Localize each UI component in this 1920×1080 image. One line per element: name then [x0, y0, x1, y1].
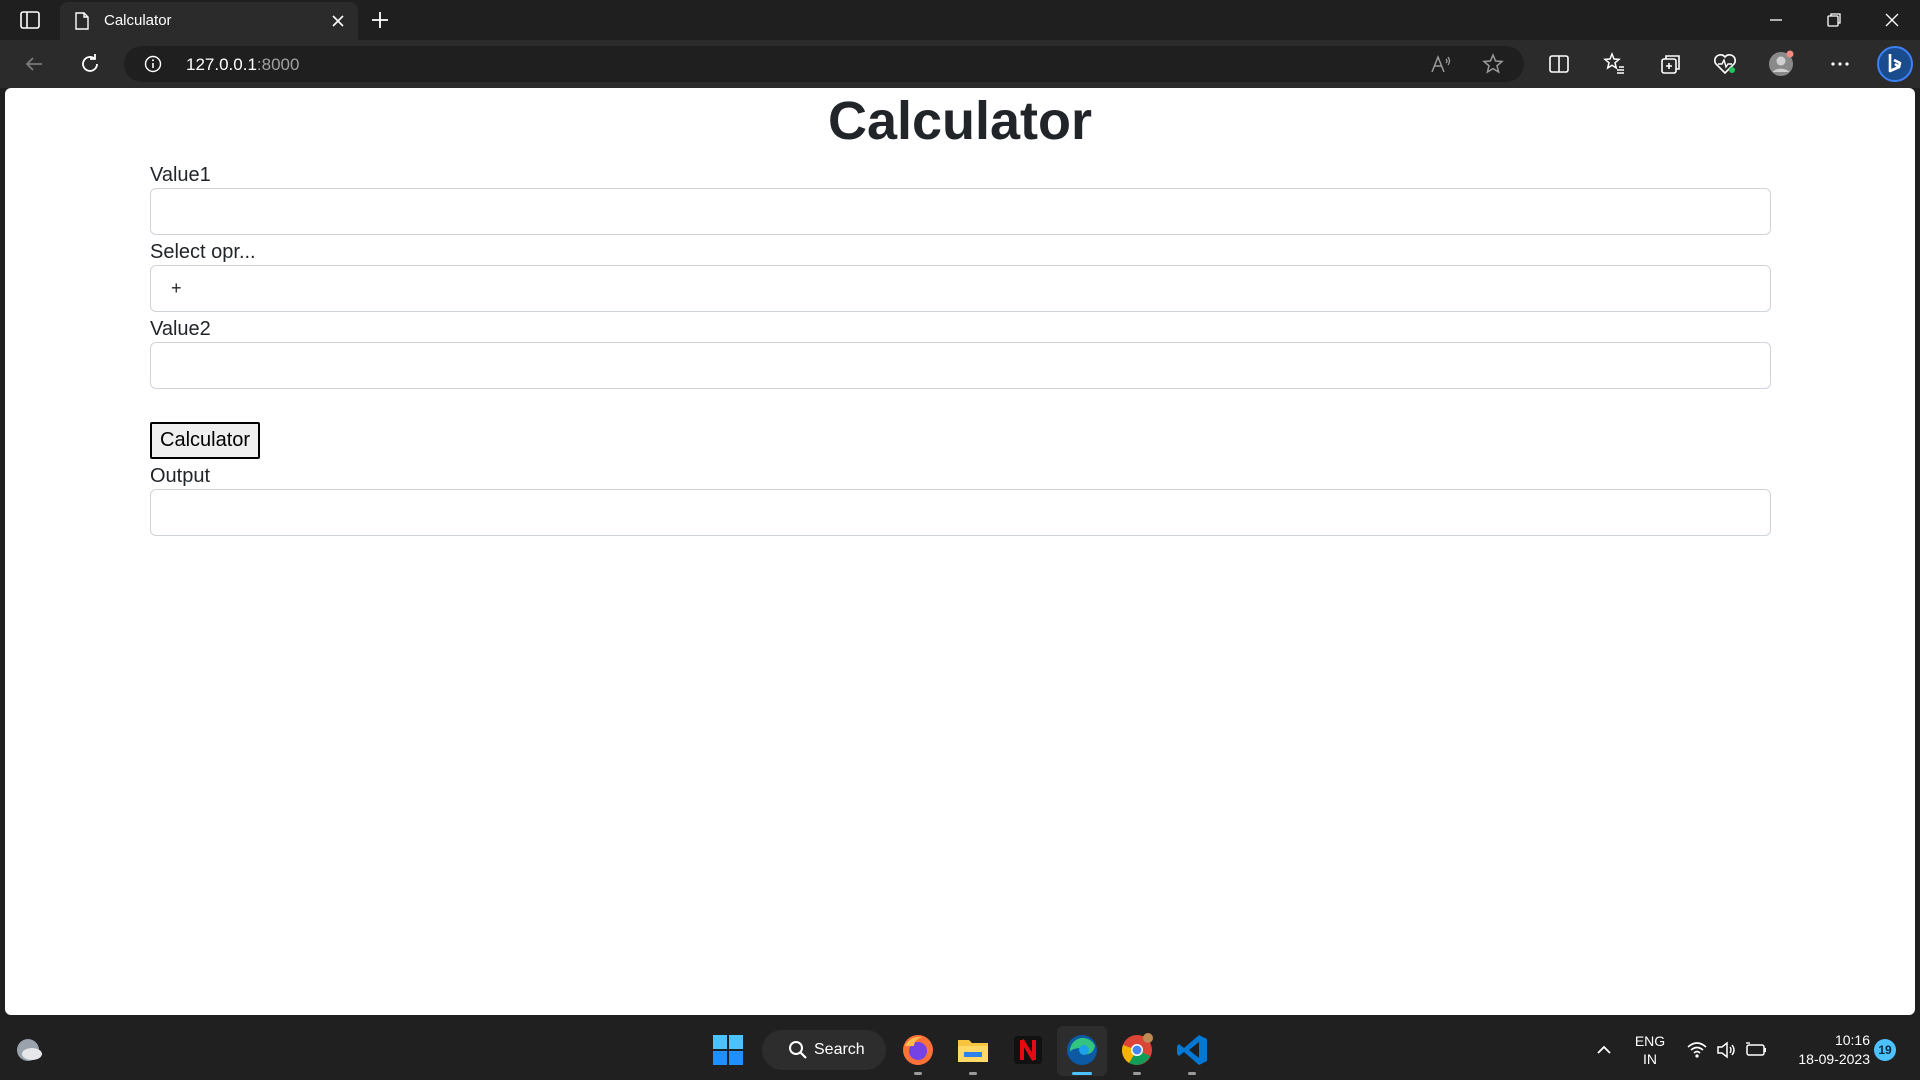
value1-label: Value1 — [150, 164, 211, 186]
firefox-running-indicator — [914, 1072, 922, 1075]
netflix-icon[interactable] — [1010, 1032, 1046, 1068]
tab-actions-icon[interactable] — [18, 10, 42, 30]
document-icon — [75, 12, 89, 30]
volume-icon[interactable] — [1715, 1039, 1737, 1061]
window-close-icon[interactable] — [1880, 8, 1904, 32]
search-icon — [789, 1041, 807, 1059]
site-info-icon[interactable] — [144, 55, 162, 73]
collections-icon[interactable] — [1656, 50, 1684, 78]
favorites-icon[interactable] — [1600, 50, 1628, 78]
chrome-icon[interactable] — [1119, 1032, 1155, 1068]
operator-select[interactable]: + — [150, 265, 1771, 312]
edge-icon[interactable] — [1064, 1032, 1100, 1068]
favorite-star-icon[interactable] — [1482, 53, 1504, 75]
chevron-up-icon[interactable] — [1592, 1038, 1616, 1062]
taskbar-search[interactable]: Search — [762, 1030, 886, 1070]
back-arrow-icon[interactable] — [20, 50, 48, 78]
refresh-icon[interactable] — [76, 50, 104, 78]
windows-start-icon[interactable] — [710, 1032, 746, 1068]
browser-toolbar: 127.0.0.1:8000 — [0, 40, 1920, 88]
clock[interactable]: 10:16 18-09-2023 — [1780, 1031, 1870, 1069]
operator-label: Select opr... — [150, 241, 256, 263]
folder-icon[interactable] — [955, 1032, 991, 1068]
calculate-button[interactable]: Calculator — [150, 422, 261, 459]
close-tab-icon[interactable] — [328, 11, 348, 31]
battery-icon[interactable] — [1744, 1039, 1768, 1061]
language-code: ENG — [1634, 1033, 1666, 1049]
windows-taskbar: Search ENG IN 10:16 18-09-2023 19 — [0, 1020, 1920, 1080]
calculator-form: Value1 Select opr... + Value2 Calculator… — [150, 162, 1771, 540]
browser-titlebar: Calculator — [0, 0, 1920, 40]
profile-avatar-icon[interactable] — [1767, 50, 1795, 78]
clock-time: 10:16 — [1834, 1032, 1870, 1048]
explorer-running-indicator — [969, 1072, 977, 1075]
output-field[interactable] — [150, 489, 1771, 536]
value1-input[interactable] — [150, 188, 1771, 235]
edge-running-indicator — [1072, 1072, 1092, 1075]
notification-badge[interactable]: 19 — [1874, 1039, 1896, 1061]
page-viewport: Calculator Value1 Select opr... + Value2… — [5, 88, 1915, 1015]
new-tab-icon[interactable] — [368, 8, 392, 32]
wifi-icon[interactable] — [1686, 1039, 1708, 1061]
firefox-icon[interactable] — [900, 1032, 936, 1068]
browser-tab[interactable]: Calculator — [60, 2, 358, 40]
url-host: 127.0.0.1 — [186, 55, 257, 74]
tab-title: Calculator — [104, 12, 172, 29]
clock-date: 18-09-2023 — [1798, 1051, 1870, 1067]
minimize-icon[interactable] — [1764, 8, 1788, 32]
restore-icon[interactable] — [1822, 8, 1846, 32]
value2-input[interactable] — [150, 342, 1771, 389]
address-bar[interactable]: 127.0.0.1:8000 — [124, 46, 1524, 82]
url-text: 127.0.0.1:8000 — [186, 55, 299, 75]
split-screen-icon[interactable] — [1545, 50, 1573, 78]
read-aloud-icon[interactable] — [1430, 54, 1452, 74]
value2-label: Value2 — [150, 318, 211, 340]
output-label: Output — [150, 465, 211, 487]
page-title: Calculator — [827, 91, 1093, 151]
copilot-bing-icon[interactable] — [1877, 46, 1913, 82]
more-options-icon[interactable] — [1826, 50, 1854, 78]
chrome-running-indicator — [1133, 1072, 1141, 1075]
vscode-running-indicator — [1188, 1072, 1196, 1075]
url-port: :8000 — [256, 55, 300, 74]
region-code: IN — [1643, 1051, 1657, 1067]
browser-essentials-icon[interactable] — [1711, 50, 1739, 78]
weather-icon[interactable] — [12, 1032, 48, 1068]
vscode-icon[interactable] — [1174, 1032, 1210, 1068]
language-indicator[interactable]: ENG IN — [1628, 1032, 1672, 1068]
search-label: Search — [814, 1041, 865, 1058]
